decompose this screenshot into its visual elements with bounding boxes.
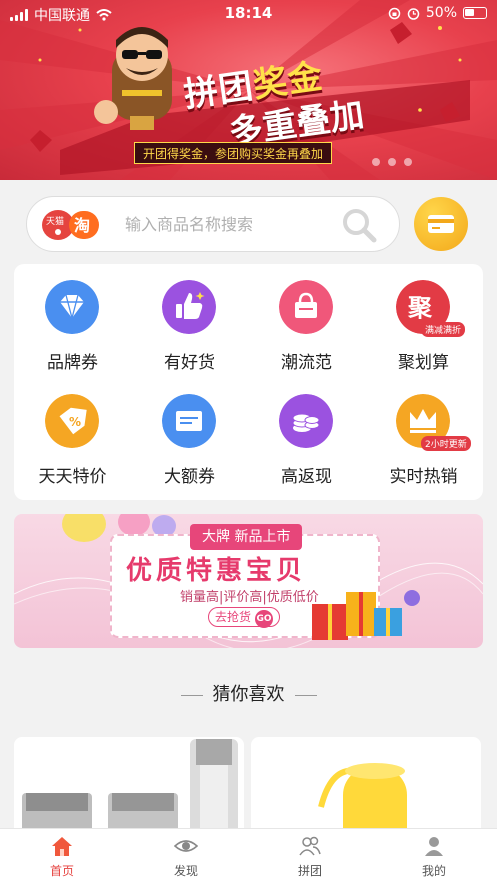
coins-icon (279, 394, 333, 448)
lock-rotation-icon (388, 7, 401, 19)
promo-subline: 销量高|评价高|优质低价 (180, 590, 319, 605)
mascot-image (94, 27, 172, 130)
category-juhuasuan[interactable]: 聚 满减满折 聚划算 (365, 264, 482, 374)
tab-discover[interactable]: 发现 (124, 829, 248, 883)
svg-text:天猫: 天猫 (46, 215, 64, 227)
tab-bar: 首页 发现 拼团 我的 (0, 828, 497, 883)
divider-left (180, 694, 203, 696)
promo-tag: 大牌 新品上市 (190, 524, 303, 550)
status-bar: 中国联通 18:14 50% (0, 0, 497, 26)
search-icon[interactable] (341, 207, 377, 243)
divider-right (294, 694, 317, 696)
battery-percent: 50% (425, 5, 457, 21)
coupon-card-button[interactable] (414, 197, 468, 251)
card-icon (428, 215, 454, 233)
profile-icon (425, 837, 443, 856)
category-good-items[interactable]: 有好货 (131, 264, 248, 374)
banner-subtitle: 开团得奖金，参团购买奖金再叠加 (134, 142, 333, 164)
alarm-icon (407, 7, 420, 20)
gift-boxes-image (312, 590, 420, 640)
taobao-platform-icon[interactable]: 天猫 淘 (41, 208, 101, 242)
tab-home[interactable]: 首页 (0, 829, 124, 883)
carousel-indicator (372, 158, 412, 166)
home-icon (52, 837, 72, 856)
group-icon (299, 836, 321, 856)
tab-group-buy[interactable]: 拼团 (248, 829, 372, 883)
search-input[interactable] (125, 211, 345, 237)
category-brand-coupon[interactable]: 品牌券 (14, 264, 131, 374)
svg-text:聚: 聚 (407, 294, 433, 322)
category-live-hot[interactable]: 2小时更新 实时热销 (365, 378, 482, 488)
tab-profile[interactable]: 我的 (372, 829, 496, 883)
svg-text:淘: 淘 (74, 216, 90, 235)
guess-you-like-title: 猜你喜欢 (0, 680, 497, 706)
promo-go-button[interactable]: 去抢货 GO (208, 607, 281, 628)
search-bar[interactable]: 天猫 淘 (26, 196, 400, 252)
coupon-icon (162, 394, 216, 448)
shopping-bag-icon (279, 280, 333, 334)
ju-badge: 满减满折 (421, 322, 466, 337)
diamond-icon (45, 280, 99, 334)
category-grid: 品牌券 有好货 潮流范 聚 满减满折 聚划算 % 天天特价 大额券 高返现 2小… (14, 264, 483, 500)
category-trendy[interactable]: 潮流范 (248, 264, 365, 374)
category-high-cashback[interactable]: 高返现 (248, 378, 365, 488)
promo-headline: 优质特惠宝贝 (126, 556, 307, 586)
battery-icon (463, 7, 487, 19)
hot-badge: 2小时更新 (421, 436, 471, 451)
category-daily-special[interactable]: % 天天特价 (14, 378, 131, 488)
price-tag-icon: % (45, 394, 99, 448)
go-badge: GO (255, 610, 274, 628)
thumbs-up-icon (162, 280, 216, 334)
eye-icon (174, 840, 198, 852)
hero-banner[interactable]: 中国联通 18:14 50% 拼团奖金 多重叠加 开团得奖金，参团购买奖金再叠加 (0, 0, 497, 180)
category-big-coupon[interactable]: 大额券 (131, 378, 248, 488)
svg-text:%: % (69, 415, 81, 429)
